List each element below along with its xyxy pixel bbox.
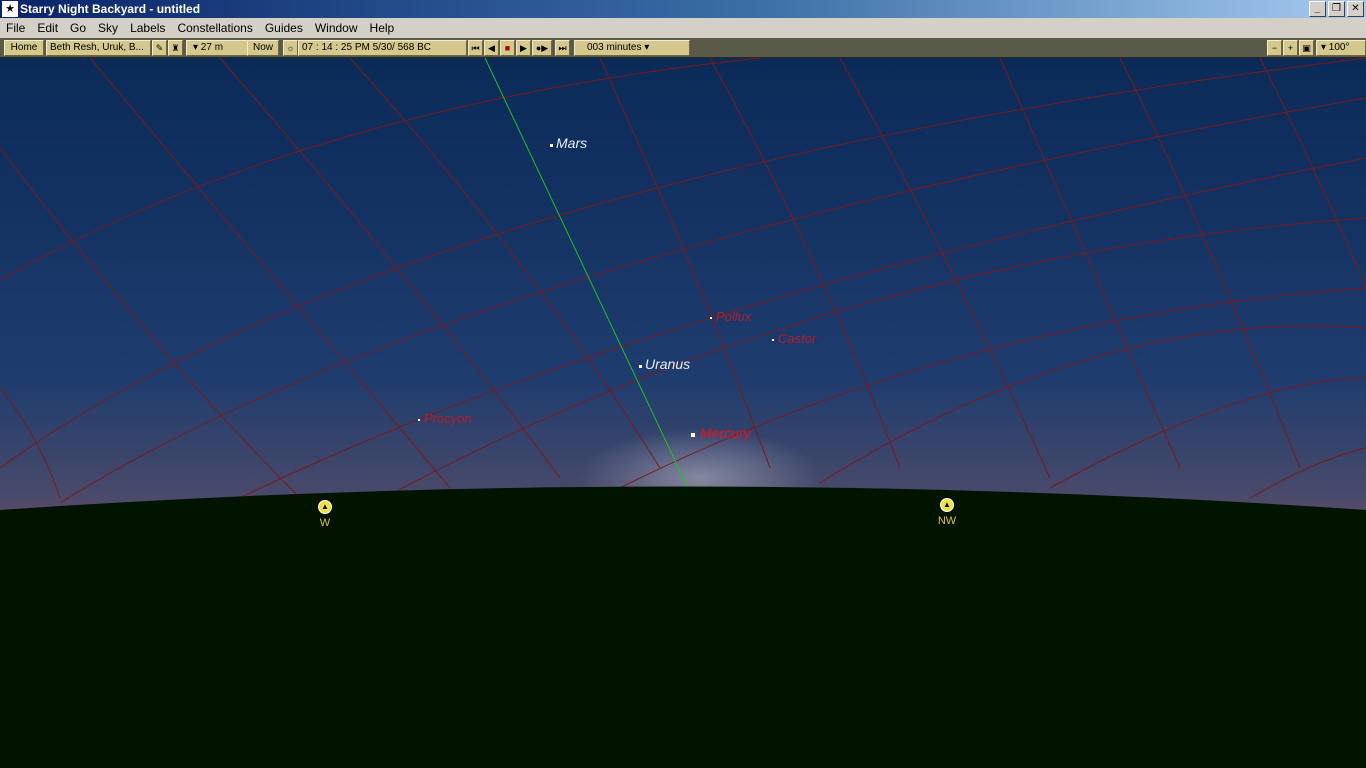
- play-icon[interactable]: ▶: [516, 40, 531, 56]
- mars-marker[interactable]: [550, 144, 553, 147]
- pencil-icon[interactable]: ✎: [152, 40, 167, 56]
- menu-go[interactable]: Go: [64, 21, 92, 35]
- menu-guides[interactable]: Guides: [259, 21, 309, 35]
- sun-icon[interactable]: ☼: [283, 40, 298, 56]
- menu-edit[interactable]: Edit: [31, 21, 64, 35]
- zoom-out-icon[interactable]: −: [1267, 40, 1282, 56]
- menu-bar: File Edit Go Sky Labels Constellations G…: [0, 18, 1366, 38]
- castor-label[interactable]: Castor: [778, 331, 816, 346]
- compass-northwest-label: NW: [937, 515, 957, 527]
- fast-forward-icon[interactable]: ●▶: [532, 40, 552, 56]
- pollux-marker[interactable]: [710, 317, 712, 319]
- minimize-button[interactable]: _: [1309, 1, 1326, 17]
- compass-west[interactable]: ▲ W: [310, 500, 340, 529]
- procyon-label[interactable]: Procyon: [424, 411, 472, 426]
- menu-help[interactable]: Help: [364, 21, 401, 35]
- menu-window[interactable]: Window: [309, 21, 364, 35]
- compass-marker-icon: ▲: [318, 500, 332, 514]
- control-toolbar: Home Beth Resh, Uruk, B... ✎ ♜ ▾ 27 m No…: [0, 38, 1366, 58]
- menu-labels[interactable]: Labels: [124, 21, 171, 35]
- uranus-marker[interactable]: [639, 365, 642, 368]
- viewer-icon[interactable]: ♜: [168, 40, 183, 56]
- pollux-label[interactable]: Pollux: [716, 309, 751, 324]
- elevation-dropdown[interactable]: ▾ 27 m: [186, 40, 248, 56]
- zoom-reset-icon[interactable]: ▣: [1299, 40, 1314, 56]
- ground-horizon: [0, 486, 1366, 768]
- menu-file[interactable]: File: [0, 21, 31, 35]
- uranus-label[interactable]: Uranus: [645, 356, 690, 372]
- window-title: Starry Night Backyard - untitled: [20, 2, 201, 16]
- mercury-marker[interactable]: [691, 433, 695, 437]
- mercury-label[interactable]: Mercury: [700, 425, 751, 441]
- fov-dropdown[interactable]: ▾ 100°: [1316, 40, 1366, 56]
- menu-constellations[interactable]: Constellations: [171, 21, 258, 35]
- step-forward-icon[interactable]: ⏭: [555, 40, 570, 56]
- compass-northwest[interactable]: ▲ NW: [932, 498, 962, 527]
- step-back-icon[interactable]: ⏮: [468, 40, 483, 56]
- compass-marker-icon: ▲: [940, 498, 954, 512]
- location-field[interactable]: Beth Resh, Uruk, B...: [46, 40, 151, 56]
- app-icon[interactable]: ★: [2, 1, 18, 17]
- procyon-marker[interactable]: [418, 419, 420, 421]
- sky-view[interactable]: [0, 58, 1366, 768]
- zoom-in-icon[interactable]: +: [1283, 40, 1298, 56]
- close-button[interactable]: ✕: [1347, 1, 1364, 17]
- restore-button[interactable]: ❐: [1328, 1, 1345, 17]
- time-step-dropdown[interactable]: 003 minutes ▾: [574, 40, 690, 56]
- reverse-play-icon[interactable]: ◀: [484, 40, 499, 56]
- title-bar: ★ Starry Night Backyard - untitled _ ❐ ✕: [0, 0, 1366, 18]
- compass-west-label: W: [319, 517, 331, 529]
- castor-marker[interactable]: [772, 339, 774, 341]
- stop-icon[interactable]: ■: [500, 40, 515, 56]
- mars-label[interactable]: Mars: [556, 135, 587, 151]
- menu-sky[interactable]: Sky: [92, 21, 124, 35]
- time-date-field[interactable]: 07 : 14 : 25 PM 5/30/ 568 BC: [298, 40, 467, 56]
- home-button[interactable]: Home: [4, 40, 44, 56]
- now-button[interactable]: Now: [247, 40, 279, 56]
